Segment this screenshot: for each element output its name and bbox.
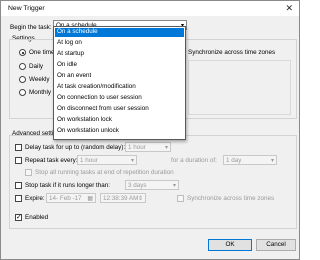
radio-monthly[interactable] bbox=[19, 89, 26, 96]
delay-task-select[interactable]: 1 hour ▾ bbox=[125, 142, 171, 152]
repeat-interval-value: 1 hour bbox=[80, 157, 98, 164]
stop-if-longer-checkbox[interactable] bbox=[15, 182, 22, 189]
delay-task-value: 1 hour bbox=[128, 144, 146, 151]
dropdown-option[interactable]: At startup bbox=[55, 50, 184, 59]
title-bar bbox=[1, 1, 299, 16]
repeat-task-label: Repeat task every: bbox=[25, 157, 78, 164]
radio-one-time-label: One time bbox=[29, 49, 55, 56]
duration-value: 1 day bbox=[226, 157, 242, 164]
expire-sync-checkbox[interactable] bbox=[177, 195, 184, 202]
chevron-down-icon: ▾ bbox=[172, 183, 176, 189]
dropdown-option[interactable]: On connection to user session bbox=[55, 94, 184, 103]
delay-task-label: Delay task for up to (random delay): bbox=[25, 144, 126, 151]
repeat-task-checkbox[interactable] bbox=[15, 157, 22, 164]
expire-time-picker[interactable]: 12:38:39 AM ⇕ bbox=[100, 193, 146, 203]
new-trigger-dialog: New Trigger ✕ Begin the task: On a sched… bbox=[0, 0, 300, 260]
expire-date-picker[interactable]: 14- Feb -17 ▦ bbox=[46, 193, 96, 203]
enabled-checkbox[interactable] bbox=[15, 213, 22, 221]
window-title: New Trigger bbox=[8, 5, 45, 12]
dropdown-option[interactable]: On workstation lock bbox=[55, 116, 184, 125]
chevron-down-icon: ▾ bbox=[270, 158, 274, 164]
dropdown-option[interactable]: On idle bbox=[55, 61, 184, 70]
delay-task-checkbox[interactable] bbox=[15, 144, 22, 151]
radio-monthly-label: Monthly bbox=[29, 89, 52, 96]
stop-if-longer-value: 3 days bbox=[128, 182, 147, 189]
radio-daily[interactable] bbox=[19, 63, 26, 70]
sync-time-zones-label[interactable]: Synchronize across time zones bbox=[188, 49, 275, 56]
cancel-button[interactable]: Cancel bbox=[256, 239, 296, 251]
dropdown-option[interactable]: On disconnect from user session bbox=[55, 105, 184, 114]
expire-date-value: 14- Feb -17 bbox=[49, 195, 82, 202]
dropdown-option[interactable]: At task creation/modification bbox=[55, 83, 184, 92]
chevron-down-icon: ▾ bbox=[130, 158, 134, 164]
recurrence-panel bbox=[188, 60, 291, 115]
stop-running-checkbox[interactable] bbox=[25, 169, 32, 176]
close-icon[interactable]: ✕ bbox=[285, 3, 293, 14]
repeat-interval-select[interactable]: 1 hour ▾ bbox=[77, 155, 137, 165]
expire-label: Expire: bbox=[25, 195, 45, 202]
stop-if-longer-label: Stop task if it runs longer than: bbox=[25, 182, 111, 189]
dropdown-option[interactable]: On a schedule bbox=[55, 28, 184, 37]
expire-checkbox[interactable] bbox=[15, 195, 22, 202]
radio-weekly[interactable] bbox=[19, 76, 26, 83]
expire-time-value: 12:38:39 AM bbox=[103, 195, 139, 202]
expire-sync-label: Synchronize across time zones bbox=[187, 195, 275, 202]
duration-label: for a duration of: bbox=[171, 157, 217, 164]
stop-if-longer-select[interactable]: 3 days ▾ bbox=[125, 180, 179, 190]
spinner-icon: ⇕ bbox=[137, 196, 143, 202]
enabled-label: Enabled bbox=[25, 214, 49, 221]
dropdown-option[interactable]: At log on bbox=[55, 39, 184, 48]
chevron-down-icon: ▾ bbox=[164, 145, 168, 151]
stop-running-label: Stop all running tasks at end of repetit… bbox=[35, 169, 174, 176]
duration-select[interactable]: 1 day ▾ bbox=[223, 155, 277, 165]
radio-one-time[interactable] bbox=[19, 49, 26, 56]
dropdown-option[interactable]: On workstation unlock bbox=[55, 127, 184, 136]
begin-task-dropdown: On a schedule At log on At startup On id… bbox=[53, 26, 186, 140]
ok-button[interactable]: OK bbox=[208, 239, 252, 251]
dropdown-option[interactable]: On an event bbox=[55, 72, 184, 81]
calendar-icon: ▦ bbox=[87, 196, 93, 202]
radio-daily-label: Daily bbox=[29, 63, 43, 70]
begin-task-label: Begin the task: bbox=[10, 24, 52, 31]
radio-weekly-label: Weekly bbox=[29, 76, 50, 83]
